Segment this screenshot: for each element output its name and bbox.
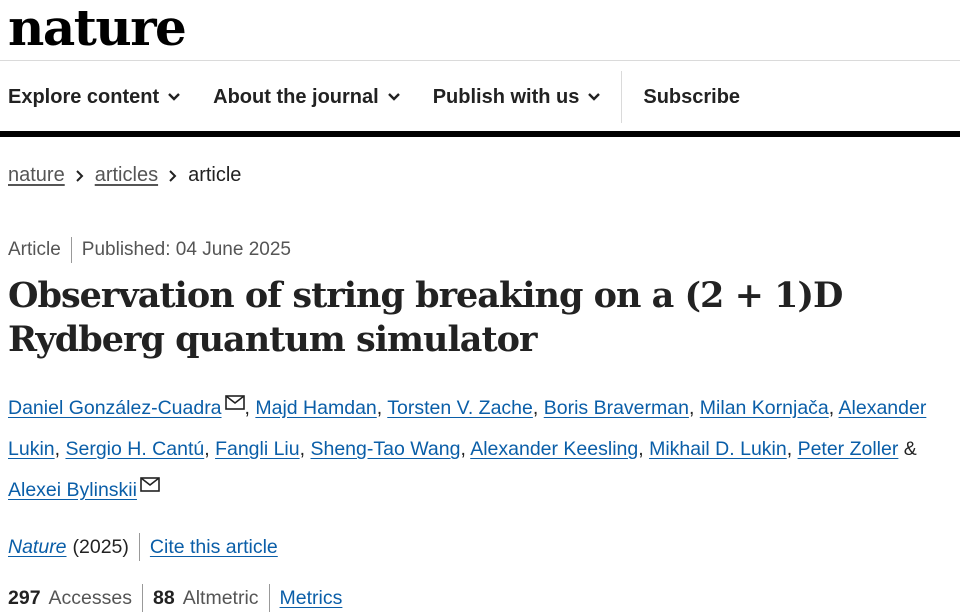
- author-link[interactable]: Boris Braverman: [544, 397, 689, 419]
- author-link[interactable]: Milan Kornjača: [700, 397, 829, 419]
- nav-explore-content[interactable]: Explore content: [8, 62, 181, 132]
- envelope-icon[interactable]: [140, 477, 160, 492]
- published-date: Published: 04 June 2025: [81, 239, 291, 260]
- breadcrumb-nature[interactable]: nature: [8, 164, 65, 187]
- envelope-icon[interactable]: [224, 395, 245, 410]
- nav-separator: [621, 71, 623, 123]
- meta-separator: [70, 237, 72, 263]
- citation-separator: [138, 533, 140, 561]
- breadcrumb-current: article: [188, 164, 242, 186]
- journal-name-link[interactable]: Nature: [8, 536, 67, 559]
- author-link[interactable]: Peter Zoller: [798, 438, 899, 460]
- author-link[interactable]: Torsten V. Zache: [387, 397, 533, 419]
- nav-about-journal[interactable]: About the journal: [213, 62, 401, 132]
- nav-top-divider: [0, 60, 960, 61]
- article-title: Observation of string breaking on a (2 +…: [8, 275, 843, 360]
- citation-line: Nature (2025) Cite this article: [8, 533, 278, 561]
- author-link[interactable]: Fangli Liu: [215, 438, 300, 460]
- chevron-down-icon: [168, 93, 180, 101]
- nav-explore-content-label: Explore content: [8, 85, 160, 108]
- author-link[interactable]: Sergio H. Cantú: [65, 438, 204, 460]
- chevron-down-icon: [588, 93, 601, 101]
- article-type: Article: [8, 239, 61, 260]
- metrics-bar: 297 Accesses 88 Altmetric Metrics: [8, 584, 342, 612]
- chevron-right-icon: [169, 169, 177, 182]
- author-ampersand: &: [903, 438, 917, 460]
- main-nav: Explore content About the journal Publis…: [0, 62, 960, 132]
- author-link[interactable]: Alexei Bylinskii: [8, 479, 137, 501]
- author-link[interactable]: Sheng-Tao Wang: [310, 438, 460, 460]
- altmetric-count: 88: [153, 586, 175, 609]
- nav-publish-with-us[interactable]: Publish with us: [433, 62, 602, 132]
- chevron-down-icon: [387, 93, 400, 101]
- metrics-separator: [268, 584, 270, 612]
- author-link[interactable]: Mikhail D. Lukin: [649, 438, 787, 460]
- breadcrumb-articles[interactable]: articles: [95, 164, 158, 187]
- author-list: Daniel González-Cuadra, Majd Hamdan, Tor…: [8, 395, 927, 501]
- nav-subscribe-label: Subscribe: [643, 85, 741, 108]
- publication-year: (2025): [72, 535, 129, 558]
- metrics-separator: [142, 584, 143, 612]
- accesses-count: 297: [8, 586, 41, 609]
- author-link[interactable]: Daniel González-Cuadra: [8, 397, 222, 419]
- nav-about-journal-label: About the journal: [213, 85, 379, 108]
- metrics-link[interactable]: Metrics: [280, 587, 343, 610]
- nav-bottom-bar: [0, 131, 960, 137]
- accesses-label: Accesses: [48, 586, 132, 609]
- author-link[interactable]: Alexander Keesling: [470, 438, 638, 460]
- chevron-right-icon: [76, 169, 84, 182]
- altmetric-label: Altmetric: [182, 586, 259, 609]
- nature-logo[interactable]: nature: [8, 0, 187, 58]
- breadcrumb: nature articles article: [8, 164, 241, 187]
- author-link[interactable]: Majd Hamdan: [255, 397, 376, 419]
- cite-article-link[interactable]: Cite this article: [150, 536, 278, 559]
- nav-publish-with-us-label: Publish with us: [432, 85, 580, 108]
- nav-subscribe[interactable]: Subscribe: [643, 62, 740, 132]
- article-meta: Article Published: 04 June 2025: [8, 237, 291, 263]
